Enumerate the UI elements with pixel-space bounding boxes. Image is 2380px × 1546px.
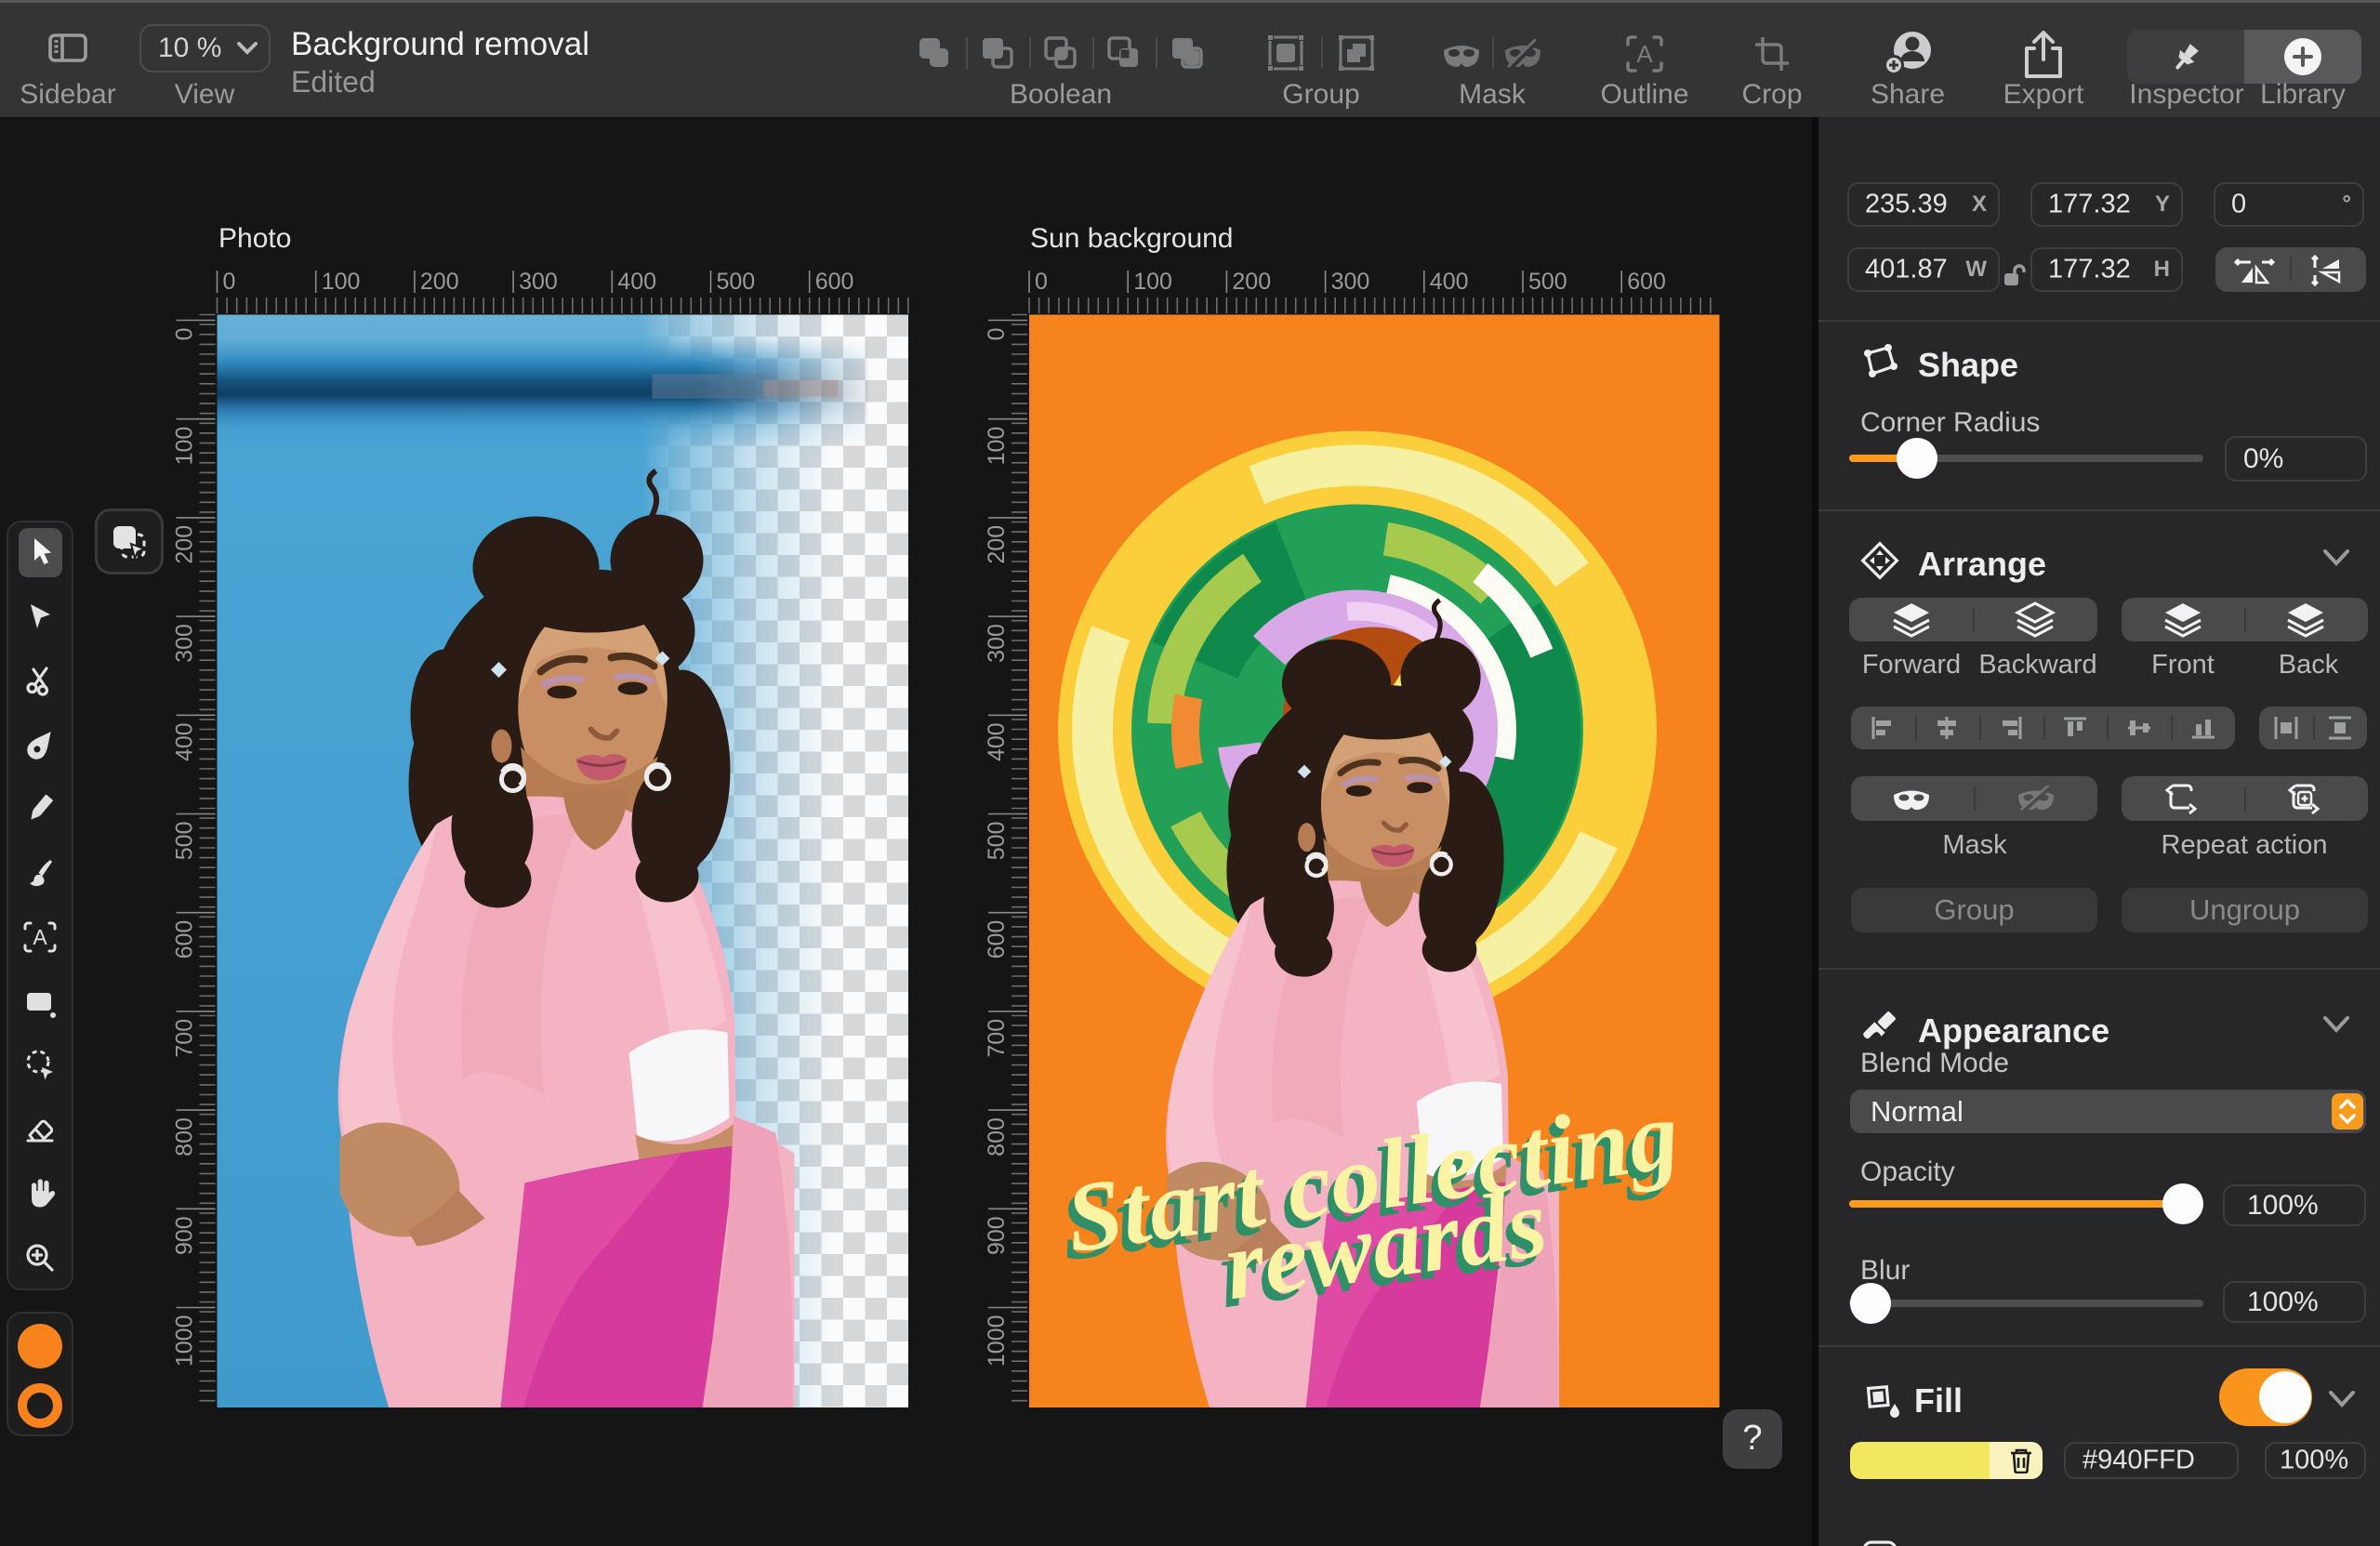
svg-text:800: 800 xyxy=(172,1117,198,1156)
svg-text:100: 100 xyxy=(1133,269,1172,295)
svg-text:900: 900 xyxy=(172,1216,198,1255)
svg-text:1000: 1000 xyxy=(172,1315,198,1368)
svg-text:A: A xyxy=(33,925,47,949)
svg-text:200: 200 xyxy=(172,525,198,564)
svg-text:500: 500 xyxy=(172,822,198,861)
svg-text:800: 800 xyxy=(984,1117,1010,1156)
svg-text:100: 100 xyxy=(984,427,1010,466)
svg-text:500: 500 xyxy=(1528,269,1567,295)
svg-text:700: 700 xyxy=(984,1019,1010,1058)
svg-text:100: 100 xyxy=(322,269,361,295)
svg-text:400: 400 xyxy=(1430,269,1469,295)
svg-text:900: 900 xyxy=(984,1216,1010,1255)
svg-text:200: 200 xyxy=(984,525,1010,564)
svg-text:400: 400 xyxy=(984,722,1010,761)
svg-text:400: 400 xyxy=(172,722,198,761)
svg-text:Photo: Photo xyxy=(218,223,291,254)
svg-text:600: 600 xyxy=(984,920,1010,959)
svg-text:200: 200 xyxy=(420,269,459,295)
svg-text:600: 600 xyxy=(172,920,198,959)
svg-text:Sun background: Sun background xyxy=(1030,223,1234,254)
svg-text:700: 700 xyxy=(172,1019,198,1058)
svg-text:500: 500 xyxy=(717,269,756,295)
svg-text:0: 0 xyxy=(1035,269,1048,295)
svg-text:0: 0 xyxy=(984,328,1010,341)
svg-text:400: 400 xyxy=(617,269,656,295)
svg-text:100: 100 xyxy=(172,427,198,466)
svg-text:300: 300 xyxy=(1331,269,1370,295)
svg-text:0: 0 xyxy=(223,269,236,295)
svg-text:A: A xyxy=(1636,40,1653,68)
svg-text:200: 200 xyxy=(1232,269,1271,295)
svg-text:600: 600 xyxy=(815,269,854,295)
svg-text:300: 300 xyxy=(984,624,1010,663)
svg-text:300: 300 xyxy=(172,624,198,663)
svg-text:300: 300 xyxy=(519,269,558,295)
svg-text:0: 0 xyxy=(172,328,198,341)
svg-text:600: 600 xyxy=(1627,269,1666,295)
svg-text:1000: 1000 xyxy=(984,1315,1010,1368)
svg-text:500: 500 xyxy=(984,822,1010,861)
